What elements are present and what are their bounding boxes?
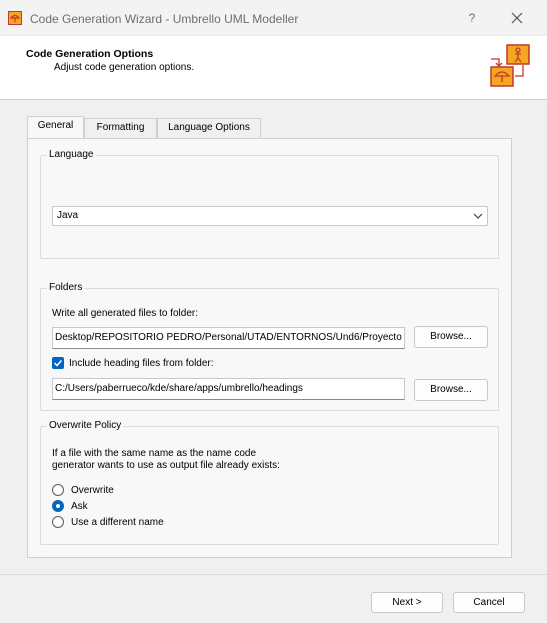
radio-ask[interactable]	[52, 500, 64, 512]
umbrello-wizard-logo	[490, 44, 530, 87]
overwrite-policy-group: Overwrite Policy If a file with the same…	[40, 420, 499, 545]
browse-heading-button[interactable]: Browse...	[414, 379, 488, 401]
check-icon	[53, 359, 63, 367]
overwrite-description-line2: generator wants to use as output file al…	[52, 460, 280, 471]
cancel-button[interactable]: Cancel	[453, 592, 525, 613]
overwrite-description-line1: If a file with the same name as the name…	[52, 448, 256, 459]
output-folder-input[interactable]: Desktop/REPOSITORIO PEDRO/Personal/UTAD/…	[52, 327, 405, 349]
page-subtitle: Adjust code generation options.	[54, 62, 195, 73]
footer-divider	[0, 574, 547, 575]
language-group: Language Java	[40, 149, 499, 259]
language-select[interactable]: Java	[52, 206, 488, 226]
umbrello-app-icon	[8, 11, 22, 25]
next-button[interactable]: Next >	[371, 592, 443, 613]
radio-overwrite-label: Overwrite	[71, 485, 114, 496]
window-title: Code Generation Wizard - Umbrello UML Mo…	[30, 12, 299, 26]
page-title: Code Generation Options	[26, 48, 154, 60]
include-heading-checkbox[interactable]	[52, 357, 64, 369]
help-button[interactable]: ?	[464, 9, 480, 27]
folders-group-title: Folders	[47, 282, 85, 293]
wizard-header: Code Generation Options Adjust code gene…	[0, 36, 547, 100]
chevron-down-icon	[473, 213, 483, 219]
radio-overwrite[interactable]	[52, 484, 64, 496]
tab-formatting[interactable]: Formatting	[84, 118, 157, 138]
language-group-title: Language	[47, 149, 96, 160]
language-select-value: Java	[57, 210, 79, 221]
overwrite-group-title: Overwrite Policy	[47, 420, 124, 431]
tab-general[interactable]: General	[27, 116, 84, 139]
tab-language-options[interactable]: Language Options	[157, 118, 261, 138]
radio-ask-label: Ask	[71, 501, 88, 512]
title-bar: Code Generation Wizard - Umbrello UML Mo…	[0, 0, 547, 36]
folders-group: Folders Write all generated files to fol…	[40, 282, 499, 411]
heading-folder-input[interactable]: C:/Users/paberrueco/kde/share/apps/umbre…	[52, 378, 405, 400]
include-heading-label: Include heading files from folder:	[69, 358, 214, 369]
output-folder-label: Write all generated files to folder:	[52, 308, 199, 319]
close-icon[interactable]	[508, 9, 526, 27]
radio-different-name[interactable]	[52, 516, 64, 528]
general-tab-panel: Language Java Folders Write all generate…	[27, 138, 512, 558]
browse-output-button[interactable]: Browse...	[414, 326, 488, 348]
radio-different-name-label: Use a different name	[71, 517, 164, 528]
